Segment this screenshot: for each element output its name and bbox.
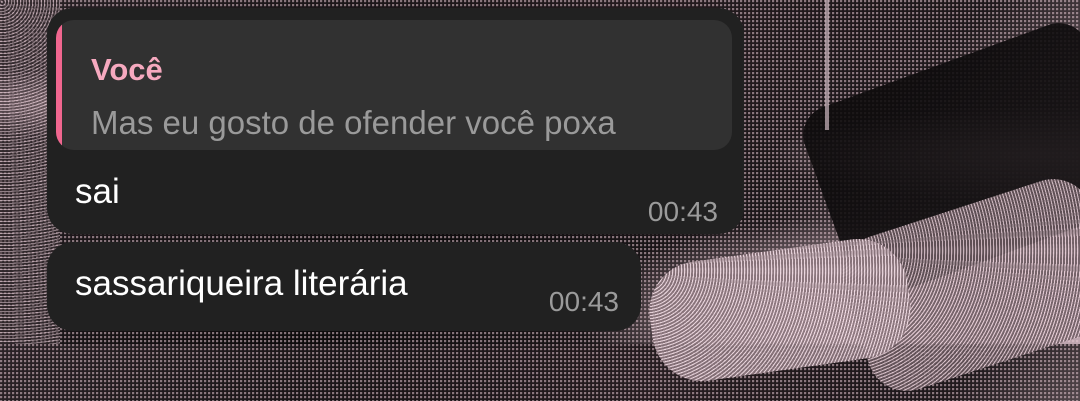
wallpaper-pattern [642, 232, 918, 388]
message-timestamp: 00:43 [647, 196, 718, 227]
wallpaper-pattern [831, 168, 1080, 401]
message-bubble[interactable]: sassariqueira literária 00:43 [47, 242, 641, 331]
wallpaper-pattern [794, 14, 1080, 306]
wallpaper-pattern [825, 0, 829, 130]
reply-text: Mas eu gosto de ofender você poxa [91, 104, 616, 141]
reply-accent-bar [56, 20, 62, 150]
reply-author: Você [91, 52, 163, 87]
message-bubble[interactable]: Você Mas eu gosto de ofender você poxa s… [47, 8, 744, 234]
reply-quote[interactable]: Você Mas eu gosto de ofender você poxa [56, 20, 732, 150]
message-text: sassariqueira literária [75, 264, 408, 303]
message-timestamp: 00:43 [548, 286, 619, 317]
message-text: sai [75, 172, 120, 211]
